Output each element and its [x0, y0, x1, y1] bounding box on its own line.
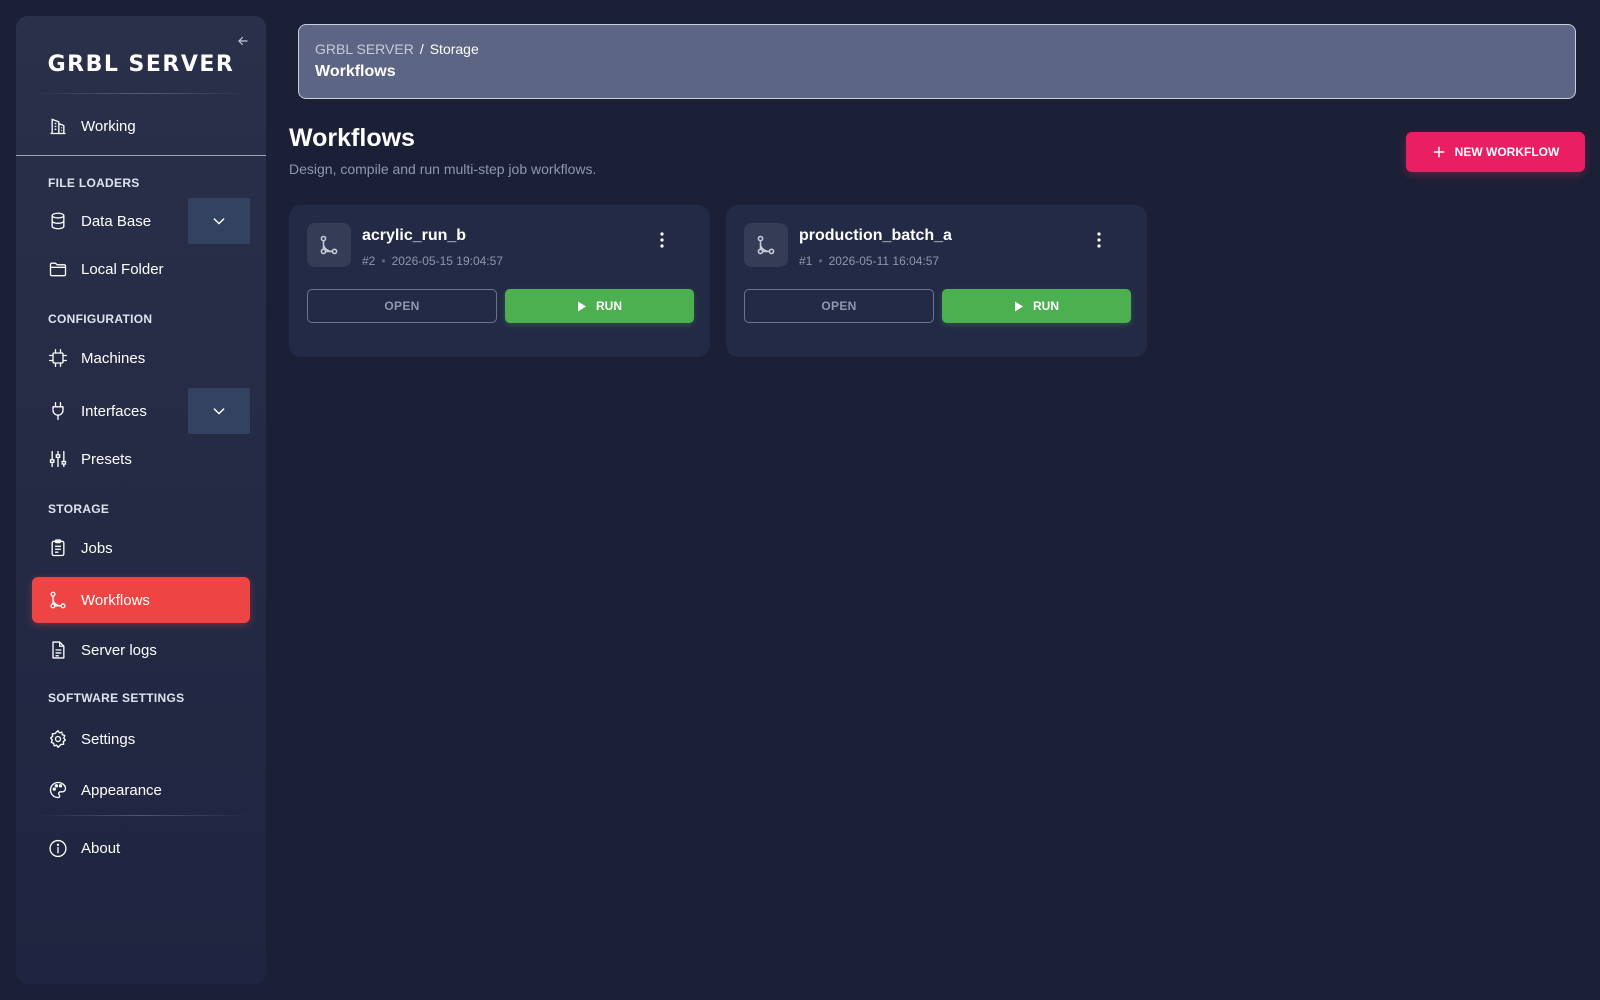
section-label-configuration: CONFIGURATION — [48, 312, 153, 326]
file-text-icon — [48, 640, 68, 660]
building-icon — [48, 116, 68, 136]
info-icon — [48, 838, 68, 858]
workflow-card: production_batch_a #1 • 2026-05-11 16:04:5… — [726, 205, 1147, 357]
sidebar-item-label: Server logs — [81, 641, 157, 659]
sidebar-item-presets[interactable]: Presets — [32, 436, 250, 482]
sliders-icon — [48, 449, 68, 469]
play-icon — [1014, 301, 1024, 312]
sidebar-item-label: Working — [81, 117, 136, 135]
section-label-file-loaders: FILE LOADERS — [48, 176, 140, 190]
sidebar-item-label: Local Folder — [81, 260, 164, 278]
sidebar-item-label: Appearance — [81, 781, 162, 799]
chevron-down-icon — [213, 408, 225, 415]
workflow-name: acrylic_run_b — [362, 227, 467, 244]
sidebar-item-label: About — [81, 839, 121, 857]
expand-database-button[interactable] — [188, 198, 250, 244]
sidebar-item-label: Machines — [81, 349, 146, 367]
workflow-id: #2 — [362, 254, 376, 268]
sidebar-item-server-logs[interactable]: Server logs — [32, 627, 250, 673]
arrow-left-icon — [238, 36, 248, 46]
page-subtitle: Design, compile and run multi-step job w… — [289, 161, 597, 177]
breadcrumb-separator: / — [419, 41, 424, 57]
section-label-storage: STORAGE — [48, 502, 110, 516]
more-vertical-icon — [660, 232, 664, 248]
folder-icon — [48, 259, 68, 279]
workflow-date: 2026-05-15 19:04:57 — [391, 254, 503, 268]
chevron-down-icon — [213, 218, 225, 225]
sidebar-item-label: Presets — [81, 450, 132, 468]
gear-icon — [48, 729, 68, 749]
chip-icon — [48, 348, 68, 368]
sidebar-item-workflows[interactable]: Workflows — [32, 577, 250, 623]
sidebar: GRBL SERVER Working FILE LOADERS Data Ba… — [16, 16, 266, 984]
clipboard-icon — [48, 538, 68, 558]
sidebar-item-label: Jobs — [81, 539, 113, 557]
run-workflow-button[interactable]: RUN — [942, 289, 1131, 323]
section-label-software-settings: SOFTWARE SETTINGS — [48, 691, 185, 705]
sidebar-item-jobs[interactable]: Jobs — [32, 525, 250, 571]
expand-interfaces-button[interactable] — [188, 388, 250, 434]
collapse-sidebar-button[interactable] — [232, 30, 254, 52]
new-workflow-label: NEW WORKFLOW — [1454, 145, 1560, 159]
open-workflow-button[interactable]: OPEN — [744, 289, 934, 323]
breadcrumb-current: Storage — [429, 41, 479, 57]
run-label: RUN — [1033, 299, 1059, 313]
workflow-name: production_batch_a — [799, 227, 952, 244]
sidebar-item-settings[interactable]: Settings — [32, 716, 250, 762]
divider — [32, 93, 250, 94]
workflow-meta: #1 • 2026-05-11 16:04:57 — [799, 254, 939, 268]
play-icon — [577, 301, 587, 312]
sidebar-item-about[interactable]: About — [32, 825, 250, 871]
divider — [32, 815, 250, 816]
workflow-meta: #2 • 2026-05-15 19:04:57 — [362, 254, 503, 268]
sidebar-item-working[interactable]: Working — [32, 103, 250, 149]
divider — [16, 155, 266, 156]
sidebar-item-appearance[interactable]: Appearance — [32, 767, 250, 813]
workflow-icon — [307, 223, 351, 267]
new-workflow-button[interactable]: NEW WORKFLOW — [1406, 132, 1585, 172]
breadcrumb-bar: GRBL SERVER / Storage Workflows — [298, 24, 1576, 99]
breadcrumb-title: Workflows — [315, 63, 396, 80]
breadcrumb-root-link[interactable]: GRBL SERVER — [315, 41, 414, 57]
sidebar-item-label: Interfaces — [81, 402, 147, 420]
run-workflow-button[interactable]: RUN — [505, 289, 694, 323]
workflow-icon — [48, 590, 68, 610]
run-label: RUN — [596, 299, 622, 313]
more-options-button[interactable] — [655, 230, 669, 250]
meta-separator-dot: • — [818, 254, 823, 268]
page-title: Workflows — [289, 124, 415, 152]
workflow-icon — [744, 223, 788, 267]
workflow-id: #1 — [799, 254, 813, 268]
breadcrumb: GRBL SERVER / Storage — [315, 41, 1559, 57]
sidebar-item-local-folder[interactable]: Local Folder — [32, 246, 250, 292]
more-vertical-icon — [1097, 232, 1101, 248]
plug-icon — [48, 401, 68, 421]
palette-icon — [48, 780, 68, 800]
sidebar-item-machines[interactable]: Machines — [32, 335, 250, 381]
brand-logo: GRBL SERVER — [47, 52, 235, 77]
sidebar-item-label: Workflows — [81, 591, 150, 609]
sidebar-item-label: Settings — [81, 730, 136, 748]
plus-icon — [1432, 145, 1446, 159]
open-workflow-button[interactable]: OPEN — [307, 289, 497, 323]
meta-separator-dot: • — [381, 254, 386, 268]
workflow-date: 2026-05-11 16:04:57 — [828, 254, 940, 268]
sidebar-item-label: Data Base — [81, 212, 152, 230]
more-options-button[interactable] — [1092, 230, 1106, 250]
database-icon — [48, 211, 68, 231]
workflow-card: acrylic_run_b #2 • 2026-05-15 19:04:57 OPE… — [289, 205, 710, 357]
